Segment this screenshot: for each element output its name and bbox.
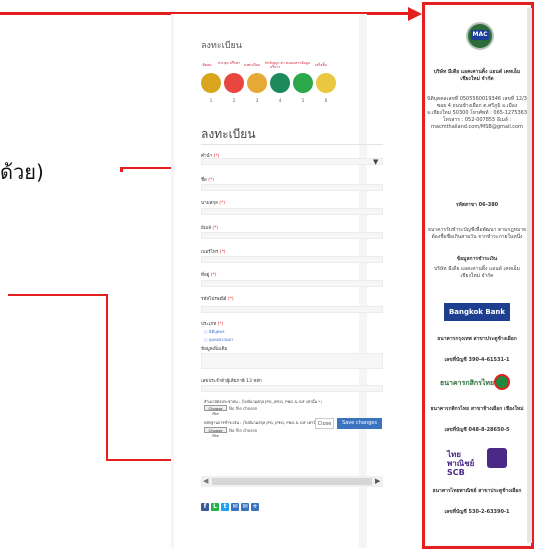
step-number-1: 1: [209, 98, 213, 103]
bank2-account: เลขที่บัญชี 048-8-28650-5: [444, 427, 510, 433]
line-icon[interactable]: L: [211, 503, 219, 511]
step-icon-contract: [270, 73, 290, 93]
annotation-line-low-v: [106, 294, 108, 460]
step-label-6: เสร็จสิ้น: [315, 63, 327, 67]
step-number-4: 4: [278, 98, 282, 103]
company-name: บริษัท มีเดีย แอคเคานติ้ง แอนด์ เคทเอ็ม …: [433, 69, 521, 82]
payment-file-status: No file chosen: [229, 428, 258, 433]
email-share-icon[interactable]: ✉: [231, 503, 239, 511]
bank1-branch: ธนาคารกรุงเทพ สาขาประตูช้างเผือก: [437, 336, 517, 342]
company-address: นิติบุคคลเลขที่ 0505560019346 เลขที่ 12/…: [426, 96, 528, 130]
step-icon-send: [293, 73, 313, 93]
step-number-3: 3: [255, 98, 259, 103]
scb-bank-logo: ไทยพาณิชย์ SCB: [447, 448, 507, 477]
step-icon-done: [316, 73, 336, 93]
annotation-line-mid-h1: [120, 169, 123, 172]
prefix-select[interactable]: [201, 158, 383, 165]
step-icon-register: [247, 73, 267, 93]
bank3-account: เลขที่บัญชี 530-2-63390-1: [444, 509, 510, 515]
close-button[interactable]: Close: [315, 418, 334, 429]
step-number-5: 5: [301, 98, 305, 103]
bangkok-bank-logo: Bangkok Bank: [444, 303, 510, 321]
field-label-address: ที่อยู่ (*): [201, 273, 217, 278]
mac-logo-text: MAC: [471, 30, 489, 40]
radio-individual[interactable]: ○ บุคคลธรรมดา: [204, 336, 233, 343]
kasikorn-bank-logo-text: ธนาคารกสิกรไทย: [440, 379, 495, 387]
account-note: ธนาคารรับชำระบัญชีเพื่อพัฒนา ตามกฎหมายต้…: [427, 227, 527, 240]
page-heading: ลงทะเบียน: [201, 41, 242, 51]
bank3-branch: ธนาคารไทยพาณิชย์ สาขาประตูช้างเผือก: [432, 488, 522, 494]
save-changes-button[interactable]: Save changes: [337, 418, 382, 429]
field-label-lastname: นามสกุล (*): [201, 201, 226, 206]
scroll-right-arrow-icon[interactable]: ▶: [375, 477, 380, 485]
firstname-input[interactable]: [201, 184, 383, 191]
bangkok-bank-logo-text: Bangkok Bank: [448, 308, 506, 316]
payment-info-title: ข้อมูลการชำระเงิน: [456, 256, 498, 262]
annotation-arrowhead-top: [408, 7, 422, 21]
field-label-note: ข้อมูลเพิ่มเติม: [201, 347, 228, 352]
step-number-2: 2: [232, 98, 236, 103]
lastname-input[interactable]: [201, 208, 383, 215]
postcode-input[interactable]: [201, 306, 383, 313]
phone-input[interactable]: [201, 256, 383, 263]
field-label-payment-file: หลักฐานการชำระเงิน : (ไฟล์นามสกุล JPG, J…: [204, 420, 323, 425]
field-label-type: ประเภท (*): [201, 322, 224, 327]
horizontal-scrollbar-thumb[interactable]: [212, 478, 372, 485]
field-label-phone: เบอร์โทร (*): [201, 250, 226, 255]
email-input[interactable]: [201, 232, 383, 239]
scb-emblem-icon: [487, 448, 507, 468]
kasikorn-bank-logo: ธนาคารกสิกรไทย: [440, 374, 512, 392]
choose-file-payment-button[interactable]: Choose File: [204, 427, 227, 438]
bank2-branch: ธนาคารกสิกรไทย สาขาช้างเผือก เชียงใหม่: [430, 406, 524, 412]
bank1-account: เลขที่บัญชี 390-4-61531-1: [444, 357, 510, 363]
twitter-icon[interactable]: t: [221, 503, 229, 511]
facebook-icon[interactable]: f: [201, 503, 209, 511]
annotation-line-low-h1: [8, 294, 108, 296]
message-share-icon[interactable]: ✉: [241, 503, 249, 511]
more-share-icon[interactable]: +: [251, 503, 259, 511]
taxid-input[interactable]: [201, 385, 383, 392]
field-label-taxid: เลขประจำตัวผู้เสียภาษี 13 หลัก: [201, 379, 262, 384]
account-name: บริษัท มีเดีย แอคเคานติ้ง แอนด์ เคทเอ็ม …: [434, 266, 520, 279]
scb-bank-logo-text: ไทยพาณิชย์ SCB: [447, 450, 475, 477]
field-label-postcode: รหัสไปรษณีย์ (*): [201, 297, 234, 302]
step-icon-contact: [201, 73, 221, 93]
idcard-file-status: No file chosen: [229, 406, 258, 411]
field-label-firstname: ชื่อ (*): [201, 178, 214, 183]
scroll-left-arrow-icon[interactable]: ◀: [203, 477, 208, 485]
cropped-instruction-text: ด้วย): [0, 160, 44, 184]
form-title: ลงทะเบียน: [201, 127, 256, 141]
address-input[interactable]: [201, 280, 383, 287]
kasikorn-leaf-icon: [494, 374, 510, 390]
branch-code: รหัสสาขา 06-380: [455, 202, 499, 208]
note-input[interactable]: [201, 353, 383, 369]
step-number-6: 6: [324, 98, 328, 103]
dropdown-arrow-icon[interactable]: ▼: [373, 158, 378, 166]
radio-juristic[interactable]: ○ นิติบุคคล: [204, 328, 224, 335]
title-divider: [201, 144, 383, 145]
field-label-email: อีเมล์ (*): [201, 226, 219, 231]
choose-file-idcard-button[interactable]: Choose File: [204, 405, 227, 416]
step-icon-meeting: [224, 73, 244, 93]
